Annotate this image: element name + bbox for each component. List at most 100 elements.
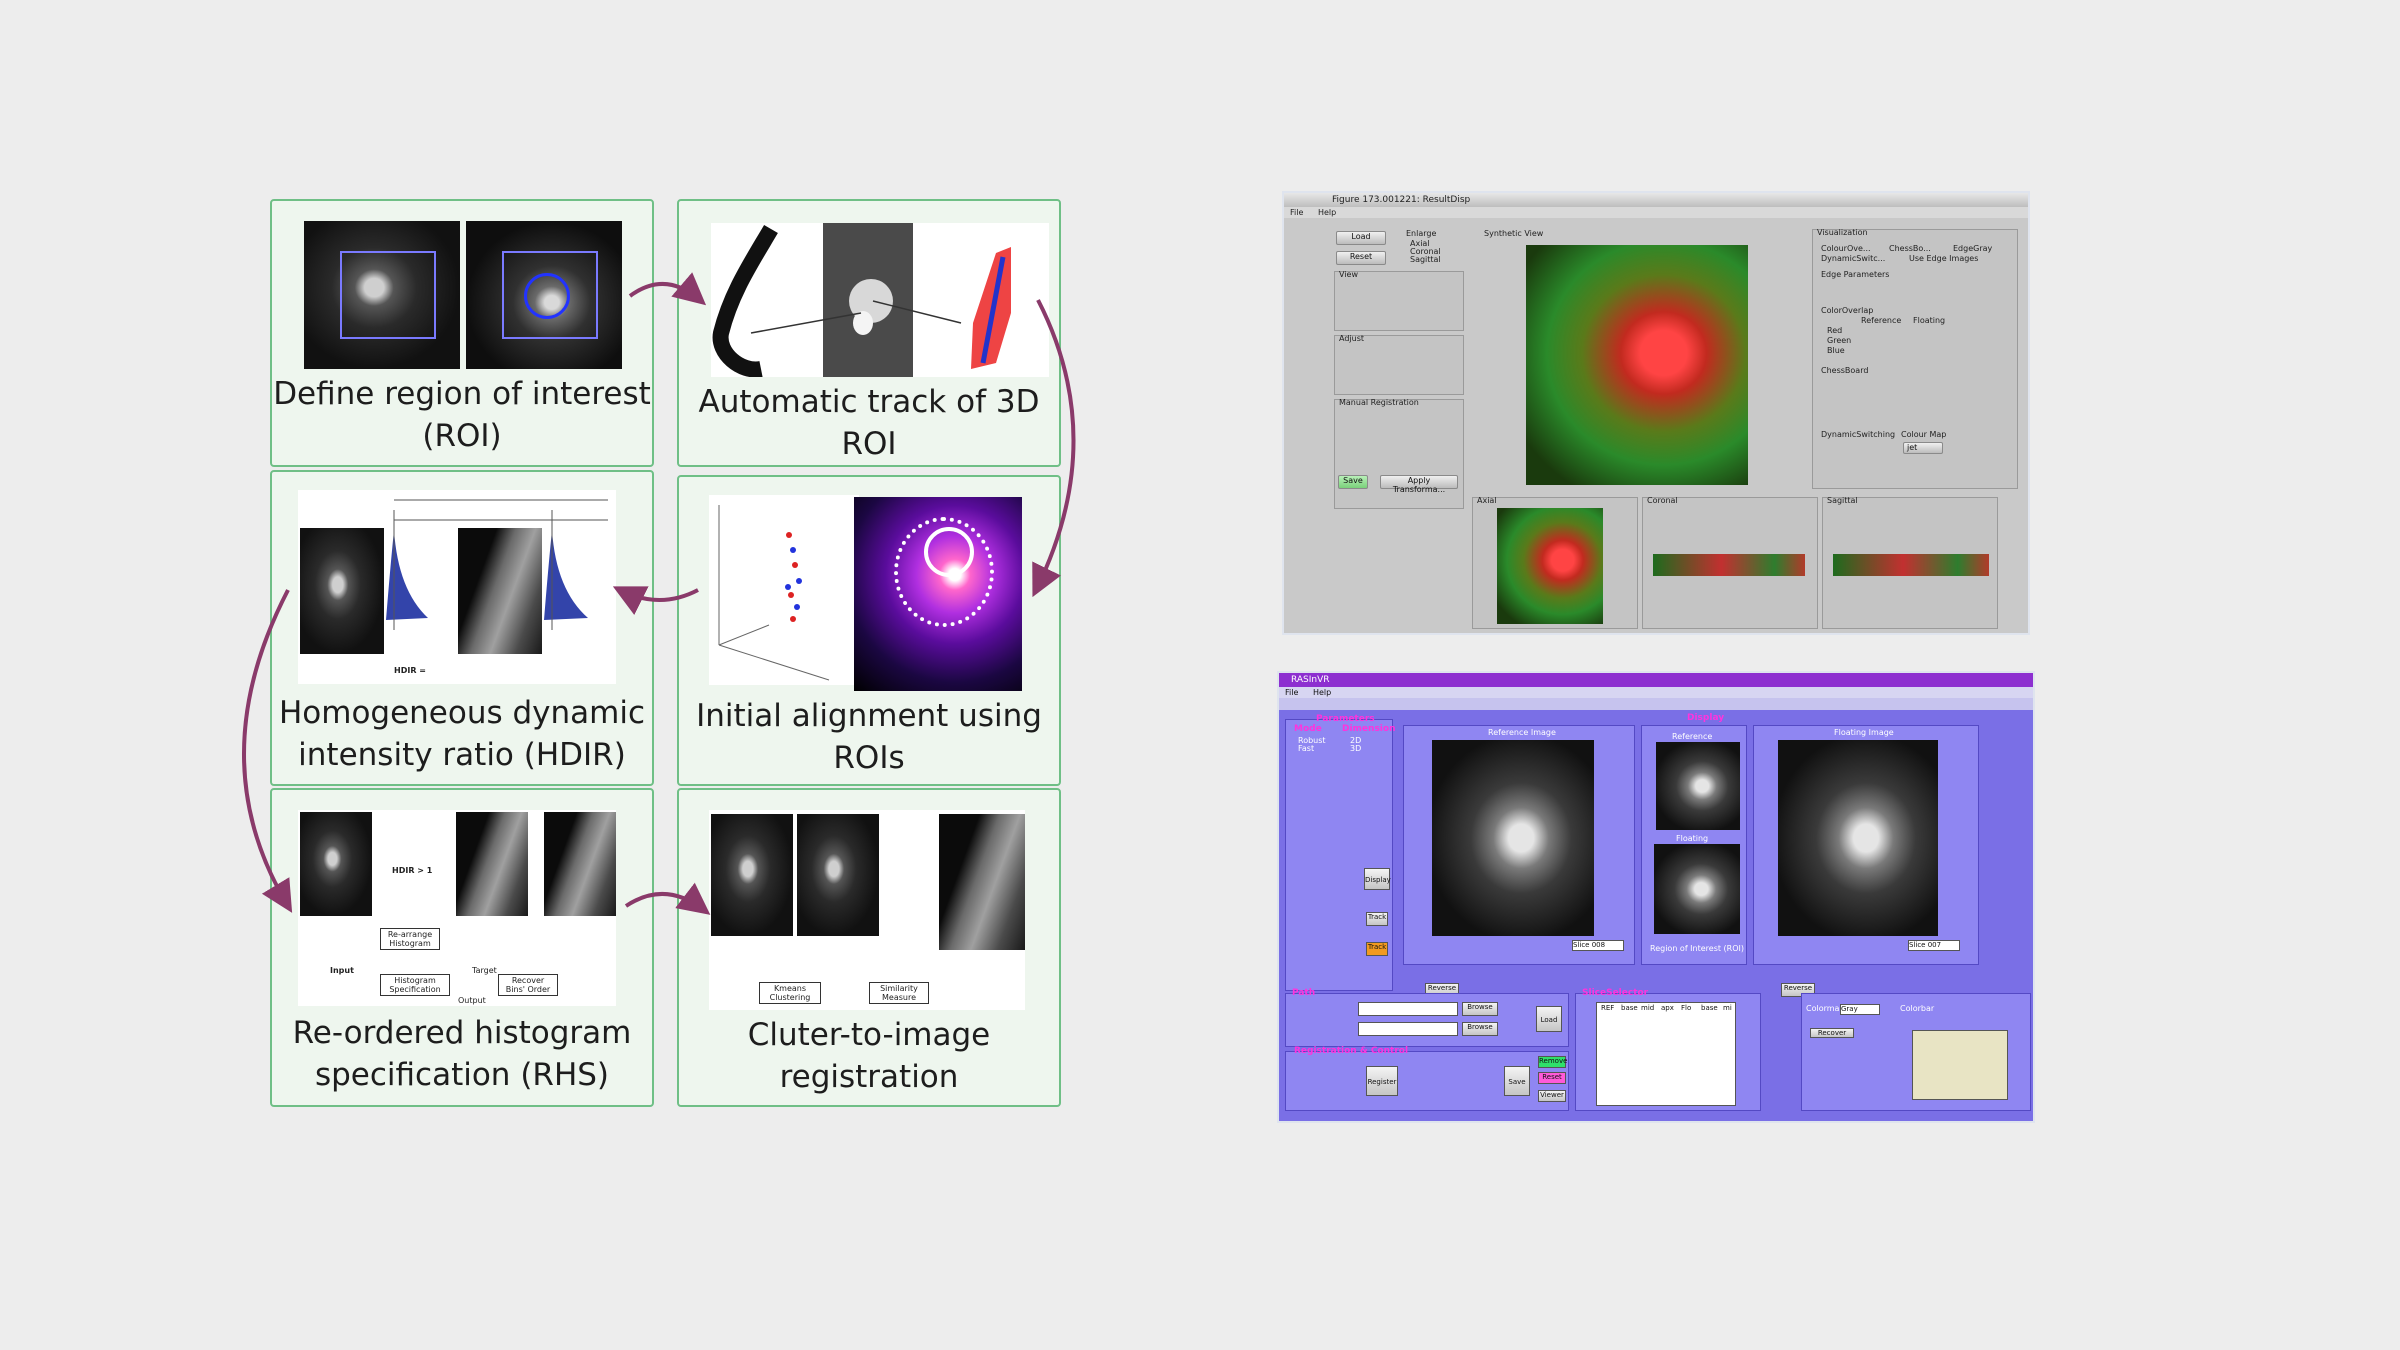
floating-image bbox=[1778, 740, 1938, 936]
display-use-edge[interactable]: Use Edge Images bbox=[1909, 254, 1978, 263]
display-chessboard[interactable]: ChessBo... bbox=[1889, 244, 1931, 253]
alignment-heatmap bbox=[854, 497, 1022, 691]
load-button[interactable]: Load bbox=[1336, 231, 1386, 245]
track-button-2[interactable]: Track bbox=[1366, 942, 1388, 956]
sagittal-view-image bbox=[1833, 554, 1989, 576]
reference-thumb bbox=[1656, 742, 1740, 830]
window-title: Figure 173.001221: ResultDisp bbox=[1284, 193, 2028, 207]
step-define-roi: Define region of interest (ROI) bbox=[270, 199, 654, 467]
colormap-label: Colormap bbox=[1806, 1004, 1845, 1013]
slice-header-base: base bbox=[1621, 1004, 1638, 1012]
cluster-mri-2 bbox=[797, 814, 879, 936]
cluster-kmeans: Kmeans Clustering bbox=[759, 982, 821, 1004]
edge-parameters-label: Edge Parameters bbox=[1821, 270, 1890, 279]
display-colouroverlap[interactable]: ColourOve... bbox=[1821, 244, 1871, 253]
rhs-output: Output bbox=[458, 996, 486, 1005]
visualization-label: Visualization bbox=[1817, 228, 1868, 237]
reference-image-title: Reference Image bbox=[1488, 728, 1556, 737]
chessboard-label: ChessBoard bbox=[1821, 366, 1869, 375]
colorbar-label[interactable]: Colorbar bbox=[1900, 1004, 1934, 1013]
load-button[interactable]: Load bbox=[1536, 1006, 1562, 1032]
colormap-select[interactable]: Gray bbox=[1840, 1004, 1880, 1015]
reference-image bbox=[1432, 740, 1594, 936]
apply-transform-button[interactable]: Apply Transforma... bbox=[1380, 475, 1458, 494]
reference-view-panel: Reference Image Slice 008 bbox=[1403, 725, 1635, 965]
floating-thumb bbox=[1654, 844, 1740, 934]
alignment-scatter-plot bbox=[718, 505, 830, 681]
menu-help[interactable]: Help bbox=[1318, 208, 1336, 217]
display-dynamicswitching[interactable]: DynamicSwitc... bbox=[1821, 254, 1885, 263]
roi-label: Region of Interest (ROI) bbox=[1650, 944, 1745, 953]
slice-select-left[interactable]: Slice 008 bbox=[1572, 940, 1624, 951]
floating-path-field[interactable] bbox=[1358, 1022, 1458, 1036]
reset-button[interactable]: Reset bbox=[1538, 1072, 1566, 1084]
step-caption: Re-ordered histogram specification (RHS) bbox=[292, 1015, 632, 1093]
mode-fast[interactable]: Fast bbox=[1298, 744, 1314, 753]
parameters-panel: Parameters Mode Dimension Robust Fast 2D… bbox=[1285, 714, 1395, 991]
roi-mri-image-right bbox=[466, 221, 622, 369]
overlap-row-red: Red bbox=[1827, 326, 1843, 335]
target-path-field[interactable] bbox=[1358, 1002, 1458, 1016]
step-hdir: HDIR = Homogeneous dynamic intensity rat… bbox=[270, 470, 654, 786]
reference-thumb-title: Reference bbox=[1672, 732, 1713, 741]
synthetic-view-label: Synthetic View bbox=[1484, 229, 1544, 238]
alignment-scatter bbox=[709, 495, 859, 685]
display-edgegray[interactable]: EdgeGray bbox=[1953, 244, 1992, 253]
reset-button[interactable]: Reset bbox=[1336, 251, 1386, 265]
alignment-contour-inner bbox=[924, 527, 974, 577]
step-caption: Cluter-to-image registration bbox=[747, 1017, 991, 1095]
path-panel: Path Browse Browse Load bbox=[1285, 988, 1569, 1047]
slice-header-apx: apx bbox=[1661, 1004, 1674, 1012]
save-button[interactable]: Save bbox=[1504, 1066, 1530, 1096]
colormap-panel: Colormap Gray Colorbar Recover bbox=[1801, 993, 2031, 1111]
menu-file[interactable]: File bbox=[1290, 208, 1303, 217]
step-caption: Homogeneous dynamic intensity ratio (HDI… bbox=[278, 695, 646, 773]
hdir-figure: HDIR = bbox=[298, 490, 616, 684]
menu-help[interactable]: Help bbox=[1313, 688, 1331, 697]
register-button[interactable]: Register bbox=[1366, 1066, 1398, 1096]
step-rhs: HDIR > 1 Re-arrange Histogram Histogram … bbox=[270, 788, 654, 1107]
save-button[interactable]: Save bbox=[1338, 475, 1368, 489]
display-button[interactable]: Display bbox=[1364, 868, 1391, 890]
slice-select-right[interactable]: Slice 007 bbox=[1908, 940, 1960, 951]
rhs-input: Input bbox=[330, 966, 354, 975]
step-initial-alignment: Initial alignment using ROIs bbox=[677, 475, 1061, 786]
rhs-rearrange: Re-arrange Histogram bbox=[380, 928, 440, 950]
rhs-hdir-label: HDIR > 1 bbox=[392, 866, 433, 875]
slice-table[interactable]: REF base mid apx Flo base mi bbox=[1596, 1002, 1736, 1106]
manual-registration-label: Manual Registration bbox=[1339, 398, 1419, 407]
roi-box bbox=[340, 251, 436, 339]
step-track-3d-roi: Automatic track of 3D ROI bbox=[677, 199, 1061, 467]
recover-button[interactable]: Recover bbox=[1810, 1028, 1854, 1038]
vessel-figure bbox=[712, 223, 1011, 377]
cluster-similarity: Similarity Measure bbox=[869, 982, 929, 1004]
slice-header-base2: base bbox=[1701, 1004, 1718, 1012]
result-display-window: Figure 173.001221: ResultDisp File Help … bbox=[1282, 191, 2030, 635]
remove-button[interactable]: Remove bbox=[1538, 1056, 1567, 1068]
cluster-mri-float bbox=[939, 814, 1025, 950]
cluster-figure: Kmeans Clustering Similarity Measure bbox=[709, 810, 1025, 1010]
view-panel: View bbox=[1334, 270, 1464, 331]
path-header: Path bbox=[1292, 988, 1316, 998]
dimension-3d[interactable]: 3D bbox=[1350, 744, 1361, 753]
enlarge-sagittal[interactable]: Sagittal bbox=[1410, 255, 1441, 264]
overlap-row-green: Green bbox=[1827, 336, 1852, 345]
registration-control-panel: Registration & Control Register Save Rem… bbox=[1285, 1046, 1569, 1111]
rhs-figure: HDIR > 1 Re-arrange Histogram Histogram … bbox=[298, 810, 616, 1006]
menu-file[interactable]: File bbox=[1285, 688, 1298, 697]
overlap-row-blue: Blue bbox=[1827, 346, 1845, 355]
browse-button-floating[interactable]: Browse bbox=[1462, 1022, 1498, 1036]
overlap-header-reference: Reference bbox=[1861, 316, 1902, 325]
sagittal-view-panel: Sagittal bbox=[1822, 496, 1998, 629]
browse-button-target[interactable]: Browse bbox=[1462, 1002, 1498, 1016]
toolbar bbox=[1279, 698, 2033, 710]
colour-map-select[interactable]: jet bbox=[1903, 442, 1943, 454]
coronal-view-image bbox=[1653, 554, 1805, 576]
track-button[interactable]: Track bbox=[1366, 912, 1388, 926]
rhs-mri-target-1 bbox=[456, 812, 528, 916]
roi-mri-image-left bbox=[304, 221, 460, 369]
coloroverlap-label: ColorOverlap bbox=[1821, 306, 1874, 315]
display-header: Display bbox=[1687, 713, 1725, 723]
viewer-button[interactable]: Viewer bbox=[1538, 1090, 1566, 1102]
window-title: RASInVR bbox=[1279, 673, 2033, 687]
